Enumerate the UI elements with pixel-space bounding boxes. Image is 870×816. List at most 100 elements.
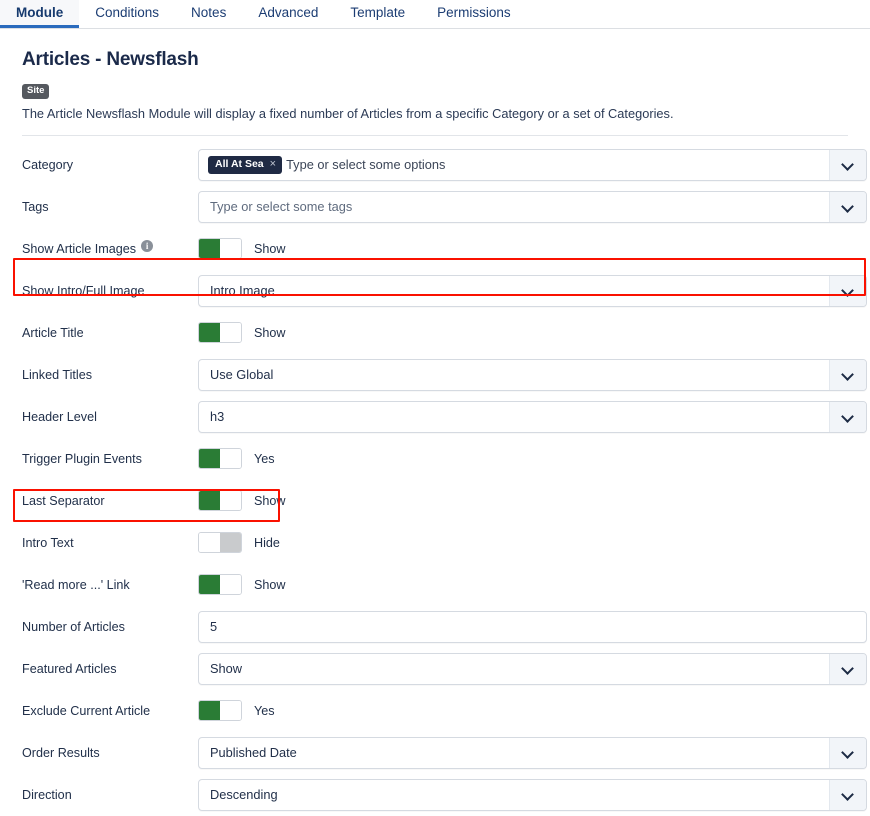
row-trigger-plugin-events: Trigger Plugin Events Yes [0,438,870,480]
linked-titles-chevron-down-icon[interactable] [829,360,866,390]
number-of-articles-input[interactable]: 5 [198,611,867,643]
label-read-more-link-text: 'Read more ...' Link [22,578,130,592]
tab-conditions[interactable]: Conditions [79,0,175,28]
control-read-more-link: Show [198,574,862,595]
toggle-half-left [199,239,220,258]
label-tags-text: Tags [22,200,49,214]
row-show-article-images: Show Article Images i Show [0,228,870,270]
control-category: All At Sea × Type or select some options [198,149,867,181]
toggle-wrap-trigger-plugin-events: Yes [198,448,275,469]
order-results-select[interactable]: Published Date [198,737,867,769]
tab-conditions-label: Conditions [95,5,159,20]
toggle-half-left [199,533,220,552]
toggle-half-right [220,449,241,468]
label-tags: Tags [22,200,198,214]
label-order-results: Order Results [22,746,198,760]
tab-advanced[interactable]: Advanced [242,0,334,28]
toggle-intro-text[interactable] [198,532,242,553]
toggle-half-right [220,533,241,552]
tab-module[interactable]: Module [0,0,79,28]
toggle-wrap-read-more-link: Show [198,574,286,595]
row-show-intro-full-image: Show Intro/Full Image Intro Image [0,270,870,312]
tab-notes[interactable]: Notes [175,0,242,28]
row-exclude-current-article: Exclude Current Article Yes [0,690,870,732]
row-last-separator: Last Separator Show [0,480,870,522]
toggle-last-separator[interactable] [198,490,242,511]
show-intro-full-image-select[interactable]: Intro Image [198,275,867,307]
tab-bar: Module Conditions Notes Advanced Templat… [0,0,870,29]
tags-placeholder: Type or select some tags [199,199,352,214]
direction-value: Descending [199,787,278,802]
tab-template-label: Template [350,5,405,20]
control-number-of-articles: 5 [198,611,867,643]
page-title: Articles - Newsflash [22,49,870,71]
header-level-select[interactable]: h3 [198,401,867,433]
row-intro-text: Intro Text Hide [0,522,870,564]
direction-chevron-down-icon[interactable] [829,780,866,810]
label-category-text: Category [22,158,73,172]
show-intro-full-image-chevron-down-icon[interactable] [829,276,866,306]
label-header-level-text: Header Level [22,410,97,424]
toggle-label-show-article-images: Show [254,242,286,256]
control-last-separator: Show [198,490,862,511]
toggle-read-more-link[interactable] [198,574,242,595]
featured-articles-chevron-down-icon[interactable] [829,654,866,684]
label-featured-articles: Featured Articles [22,662,198,676]
label-show-article-images: Show Article Images i [22,242,198,256]
row-order-results: Order Results Published Date [0,732,870,774]
tags-chevron-down-icon[interactable] [829,192,866,222]
label-direction: Direction [22,788,198,802]
toggle-half-right [220,323,241,342]
featured-articles-value: Show [199,661,242,676]
header-level-chevron-down-icon[interactable] [829,402,866,432]
toggle-wrap-show-article-images: Show [198,238,286,259]
label-header-level: Header Level [22,410,198,424]
row-linked-titles: Linked Titles Use Global [0,354,870,396]
toggle-show-article-images[interactable] [198,238,242,259]
featured-articles-select[interactable]: Show [198,653,867,685]
info-icon[interactable]: i [141,240,153,252]
row-read-more-link: 'Read more ...' Link Show [0,564,870,606]
control-article-title: Show [198,322,862,343]
tags-multiselect[interactable]: Type or select some tags [198,191,867,223]
number-of-articles-value: 5 [199,619,217,634]
label-article-title: Article Title [22,326,198,340]
order-results-value: Published Date [199,745,297,760]
toggle-half-left [199,323,220,342]
toggle-half-left [199,701,220,720]
category-chevron-down-icon[interactable] [829,150,866,180]
label-article-title-text: Article Title [22,326,84,340]
toggle-article-title[interactable] [198,322,242,343]
label-show-intro-full-image: Show Intro/Full Image [22,284,198,298]
category-chip-remove-icon[interactable]: × [270,159,276,170]
label-show-intro-full-image-text: Show Intro/Full Image [22,284,145,298]
category-chip-label: All At Sea [215,159,264,170]
category-multiselect[interactable]: All At Sea × Type or select some options [198,149,867,181]
row-direction: Direction Descending [0,774,870,816]
toggle-trigger-plugin-events[interactable] [198,448,242,469]
row-category: Category All At Sea × Type or select som… [0,144,870,186]
row-header-level: Header Level h3 [0,396,870,438]
control-linked-titles: Use Global [198,359,867,391]
order-results-chevron-down-icon[interactable] [829,738,866,768]
status-badge: Site [22,84,49,99]
control-featured-articles: Show [198,653,867,685]
toggle-wrap-exclude-current-article: Yes [198,700,275,721]
category-chip[interactable]: All At Sea × [208,156,282,174]
tab-template[interactable]: Template [334,0,421,28]
toggle-label-trigger-plugin-events: Yes [254,452,275,466]
header-level-value: h3 [199,409,224,424]
linked-titles-select[interactable]: Use Global [198,359,867,391]
label-number-of-articles-text: Number of Articles [22,620,125,634]
label-order-results-text: Order Results [22,746,100,760]
toggle-exclude-current-article[interactable] [198,700,242,721]
toggle-label-intro-text: Hide [254,536,280,550]
toggle-half-right [220,701,241,720]
row-featured-articles: Featured Articles Show [0,648,870,690]
badge-row: Site [22,81,870,99]
linked-titles-value: Use Global [199,367,273,382]
direction-select[interactable]: Descending [198,779,867,811]
label-last-separator: Last Separator [22,494,198,508]
toggle-half-left [199,491,220,510]
tab-permissions[interactable]: Permissions [421,0,527,28]
